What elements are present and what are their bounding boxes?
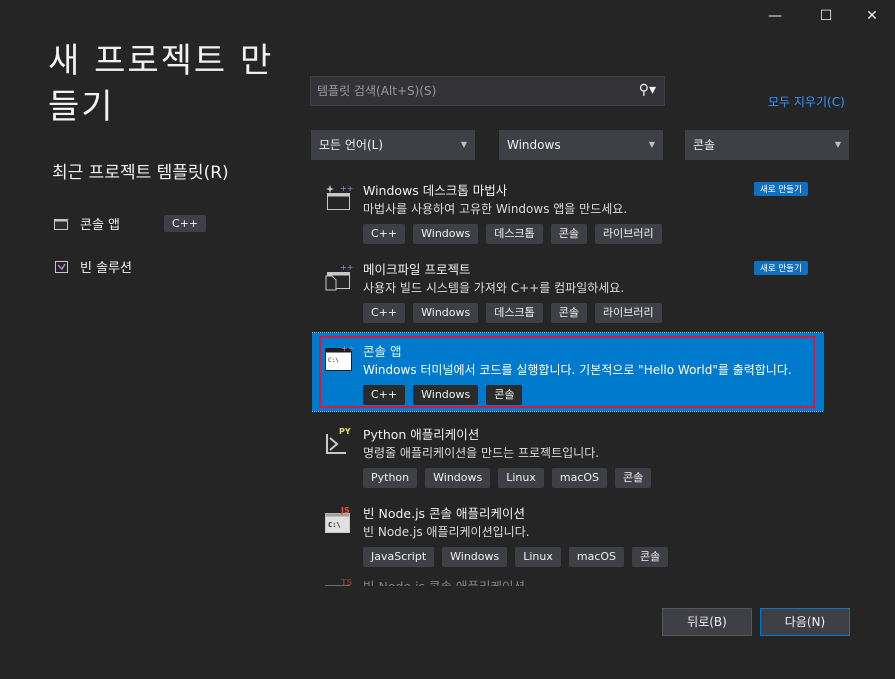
template-tag: JavaScript (363, 547, 435, 567)
project-type-filter-value: 콘솔 (693, 138, 716, 152)
template-name: Windows 데스크톱 마법사 (363, 183, 508, 198)
template-item-python-app[interactable]: PY Python 애플리케이션 명령줄 애플리케이션을 만드는 프로젝트입니다… (312, 416, 824, 494)
template-tag: Windows (413, 303, 479, 323)
close-button[interactable]: ✕ (852, 4, 892, 28)
new-badge: 새로 만들기 (754, 182, 808, 196)
recent-item-empty-solution[interactable]: 빈 솔루션 (54, 257, 132, 276)
template-tag: 데스크톱 (486, 303, 543, 323)
project-type-filter-dropdown[interactable]: 콘솔 ▼ (685, 130, 849, 160)
template-tag: Windows (413, 224, 479, 244)
template-tag: 라이브러리 (594, 303, 662, 323)
next-button[interactable]: 다음(N) (760, 608, 850, 636)
recent-templates-title: 최근 프로젝트 템플릿(R) (52, 163, 229, 183)
search-icon[interactable]: ⚲▾ (639, 82, 656, 98)
chevron-down-icon: ▼ (460, 140, 467, 149)
template-tag: 콘솔 (550, 303, 587, 323)
template-tag: 콘솔 (486, 385, 523, 405)
template-search-input[interactable] (311, 77, 633, 105)
template-search-box[interactable]: ⚲▾ (310, 76, 665, 106)
template-item-nodejs-console-ts[interactable]: TS 빈 Node.js 콘솔 애플리케이션 (312, 573, 824, 586)
recent-item-label: 빈 솔루션 (80, 261, 132, 276)
nodejs-console-icon: C:\ JS (325, 506, 350, 533)
template-name: Python 애플리케이션 (363, 427, 480, 442)
template-description: 명령줄 애플리케이션을 만드는 프로젝트입니다. (363, 446, 600, 460)
template-tag: 데스크톱 (486, 224, 543, 244)
svg-text:++: ++ (341, 344, 354, 353)
template-tag: C++ (363, 224, 406, 244)
back-button[interactable]: 뒤로(B) (662, 608, 752, 636)
typescript-console-icon: TS (325, 578, 352, 586)
svg-text:++: ++ (340, 263, 353, 272)
recent-item-label: 콘솔 앱 (80, 218, 121, 233)
minimize-icon: — (768, 8, 782, 24)
python-app-icon: PY (326, 427, 351, 454)
template-tag: macOS (568, 547, 625, 567)
close-icon: ✕ (866, 8, 878, 24)
svg-text:++: ++ (340, 184, 353, 193)
platform-filter-value: Windows (507, 138, 561, 152)
chevron-down-icon: ▼ (834, 140, 841, 149)
minimize-button[interactable]: — (755, 4, 795, 28)
empty-solution-icon (55, 260, 68, 273)
template-tag: macOS (551, 468, 608, 488)
template-name: 콘솔 앱 (363, 344, 402, 359)
template-tag: Windows (425, 468, 491, 488)
template-description: 빈 Node.js 애플리케이션입니다. (363, 525, 530, 539)
template-item-desktop-wizard[interactable]: ++ Windows 데스크톱 마법사 마법사를 사용하여 고유한 Window… (312, 172, 824, 250)
template-list[interactable]: ++ Windows 데스크톱 마법사 마법사를 사용하여 고유한 Window… (312, 172, 824, 586)
template-description: 사용자 빌드 시스템을 가져와 C++를 컴파일하세요. (363, 281, 625, 295)
template-tag: 콘솔 (615, 468, 652, 488)
svg-text:C:\: C:\ (328, 357, 339, 364)
template-description: Windows 터미널에서 코드를 실행합니다. 기본적으로 "Hello Wo… (363, 363, 792, 377)
template-tag: Linux (515, 547, 561, 567)
recent-item-console-app[interactable]: ++ 콘솔 앱 C++ (54, 214, 207, 233)
template-description: 마법사를 사용하여 고유한 Windows 앱을 만드세요. (363, 202, 628, 216)
template-tag: C++ (363, 303, 406, 323)
template-tag: 라이브러리 (594, 224, 662, 244)
clear-all-filters-link[interactable]: 모두 지우기(C) (768, 93, 845, 110)
page-title: 새 프로젝트 만들기 (48, 41, 274, 127)
svg-text:TS: TS (341, 578, 352, 586)
template-tag: Python (363, 468, 418, 488)
svg-text:++: ++ (65, 217, 70, 223)
chevron-down-icon: ▼ (648, 140, 655, 149)
language-filter-value: 모든 언어(L) (319, 138, 384, 152)
template-name: 빈 Node.js 콘솔 애플리케이션 (363, 576, 525, 586)
template-tag: C++ (363, 385, 406, 405)
template-tag: 콘솔 (632, 547, 669, 567)
template-tag: 콘솔 (550, 224, 587, 244)
svg-text:PY: PY (339, 427, 351, 436)
platform-filter-dropdown[interactable]: Windows ▼ (499, 130, 663, 160)
new-badge: 새로 만들기 (754, 261, 808, 275)
template-tag: Windows (442, 547, 508, 567)
template-tag: Windows (413, 385, 479, 405)
console-app-icon: C:\ ++ (325, 344, 354, 371)
maximize-button[interactable]: ☐ (806, 4, 846, 28)
maximize-icon: ☐ (819, 8, 833, 24)
makefile-project-icon: ++ (325, 263, 353, 291)
svg-text:JS: JS (340, 506, 350, 515)
template-item-makefile-project[interactable]: ++ 메이크파일 프로젝트 사용자 빌드 시스템을 가져와 C++를 컴파일하세… (312, 251, 824, 329)
svg-text:C:\: C:\ (328, 521, 341, 529)
template-tag: Linux (498, 468, 544, 488)
template-item-nodejs-console[interactable]: C:\ JS 빈 Node.js 콘솔 애플리케이션 빈 Node.js 애플리… (312, 495, 824, 573)
console-app-icon: ++ (54, 217, 70, 230)
template-name: 메이크파일 프로젝트 (363, 262, 471, 277)
recent-item-tag: C++ (164, 215, 207, 232)
desktop-wizard-icon: ++ (326, 184, 353, 210)
template-item-console-app[interactable]: C:\ ++ 콘솔 앱 Windows 터미널에서 코드를 실행합니다. 기본적… (312, 332, 824, 412)
template-name: 빈 Node.js 콘솔 애플리케이션 (363, 506, 526, 521)
language-filter-dropdown[interactable]: 모든 언어(L) ▼ (311, 130, 475, 160)
